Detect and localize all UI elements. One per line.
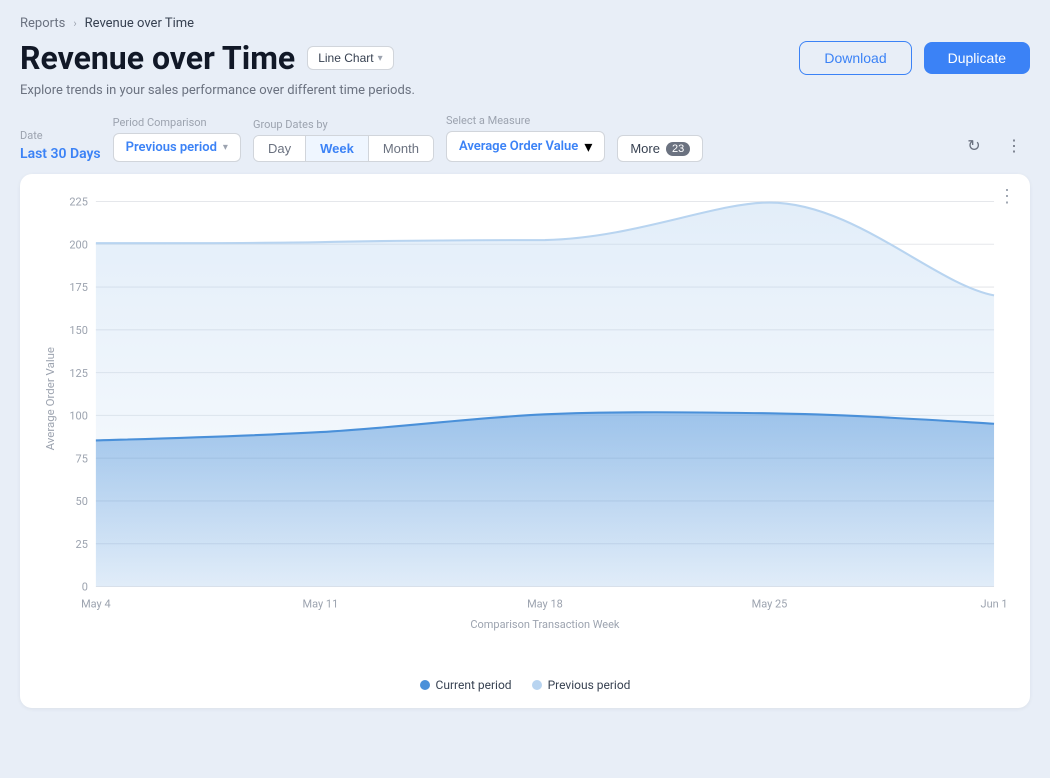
breadcrumb-reports-link[interactable]: Reports bbox=[20, 16, 65, 31]
action-buttons: Download Duplicate bbox=[799, 41, 1030, 75]
period-comparison-label: Period Comparison bbox=[113, 116, 241, 129]
period-comparison-value: Previous period bbox=[126, 140, 217, 155]
more-filter-group: More 23 bbox=[617, 118, 703, 162]
chart-card-menu-button[interactable]: ⋮ bbox=[998, 186, 1016, 207]
period-comparison-group: Period Comparison Previous period ▾ bbox=[113, 116, 241, 162]
breadcrumb-current: Revenue over Time bbox=[85, 16, 194, 31]
group-week-button[interactable]: Week bbox=[306, 136, 369, 161]
measure-dropdown[interactable]: Average Order Value ▾ bbox=[446, 131, 605, 162]
chart-wrapper: 0 25 50 75 100 125 150 175 200 225 Avera… bbox=[36, 190, 1014, 670]
legend-previous-dot bbox=[532, 680, 542, 690]
period-comparison-dropdown[interactable]: Previous period ▾ bbox=[113, 133, 241, 162]
svg-text:150: 150 bbox=[69, 324, 87, 337]
chevron-down-icon: ▾ bbox=[584, 137, 592, 156]
title-group: Revenue over Time Line Chart ▾ bbox=[20, 39, 394, 77]
chevron-down-icon: ▾ bbox=[223, 142, 228, 153]
svg-text:75: 75 bbox=[76, 452, 88, 465]
ellipsis-vertical-icon: ⋮ bbox=[998, 186, 1016, 207]
measure-section: Select a Measure Average Order Value ▾ bbox=[446, 114, 605, 162]
filters-row: Date Last 30 Days Period Comparison Prev… bbox=[20, 114, 1030, 162]
legend-previous-label: Previous period bbox=[548, 678, 631, 692]
svg-text:200: 200 bbox=[69, 238, 87, 251]
page-title: Revenue over Time bbox=[20, 39, 295, 77]
more-filter-label bbox=[617, 118, 703, 131]
legend-current-period: Current period bbox=[420, 678, 512, 692]
legend-current-dot bbox=[420, 680, 430, 690]
page-subtitle: Explore trends in your sales performance… bbox=[20, 83, 1030, 98]
more-options-button[interactable]: ⋮ bbox=[998, 130, 1030, 162]
icon-buttons: ↻ ⋮ bbox=[958, 130, 1030, 162]
svg-text:Comparison Transaction Week: Comparison Transaction Week bbox=[470, 618, 619, 631]
group-dates-section: Group Dates by Day Week Month bbox=[253, 118, 434, 162]
more-button[interactable]: More 23 bbox=[617, 135, 703, 162]
svg-text:50: 50 bbox=[76, 495, 88, 508]
legend-previous-period: Previous period bbox=[532, 678, 631, 692]
more-count-badge: 23 bbox=[666, 142, 690, 156]
measure-value: Average Order Value bbox=[459, 139, 578, 154]
svg-text:May 18: May 18 bbox=[527, 597, 563, 610]
refresh-icon: ↻ bbox=[967, 136, 980, 156]
refresh-button[interactable]: ↻ bbox=[958, 130, 990, 162]
date-filter-group: Date Last 30 Days bbox=[20, 129, 101, 162]
date-filter-value[interactable]: Last 30 Days bbox=[20, 146, 101, 162]
svg-text:Average Order Value: Average Order Value bbox=[44, 347, 57, 450]
more-label: More bbox=[630, 141, 660, 156]
breadcrumb-separator: › bbox=[73, 17, 76, 30]
header-row: Revenue over Time Line Chart ▾ Download … bbox=[20, 39, 1030, 77]
ellipsis-vertical-icon: ⋮ bbox=[1006, 136, 1022, 156]
group-day-button[interactable]: Day bbox=[254, 136, 306, 161]
measure-label: Select a Measure bbox=[446, 114, 605, 127]
download-button[interactable]: Download bbox=[799, 41, 911, 75]
svg-text:Jun 1: Jun 1 bbox=[981, 597, 1008, 610]
svg-text:125: 125 bbox=[69, 367, 87, 380]
svg-text:225: 225 bbox=[69, 195, 87, 208]
group-dates-buttons: Day Week Month bbox=[253, 135, 434, 162]
legend-current-label: Current period bbox=[436, 678, 512, 692]
chart-card: ⋮ bbox=[20, 174, 1030, 708]
date-filter-label: Date bbox=[20, 129, 101, 142]
chevron-down-icon: ▾ bbox=[378, 53, 383, 64]
group-month-button[interactable]: Month bbox=[369, 136, 433, 161]
group-dates-label: Group Dates by bbox=[253, 118, 434, 131]
chart-type-button[interactable]: Line Chart ▾ bbox=[307, 46, 393, 70]
breadcrumb: Reports › Revenue over Time bbox=[20, 16, 1030, 31]
svg-text:25: 25 bbox=[76, 538, 88, 551]
svg-text:May 4: May 4 bbox=[81, 597, 111, 610]
svg-text:May 25: May 25 bbox=[752, 597, 788, 610]
svg-text:May 11: May 11 bbox=[303, 597, 339, 610]
svg-text:175: 175 bbox=[69, 281, 87, 294]
svg-text:100: 100 bbox=[69, 409, 87, 422]
duplicate-button[interactable]: Duplicate bbox=[924, 42, 1030, 74]
chart-type-label: Line Chart bbox=[318, 51, 373, 65]
chart-svg: 0 25 50 75 100 125 150 175 200 225 Avera… bbox=[36, 190, 1014, 670]
chart-legend: Current period Previous period bbox=[36, 678, 1014, 692]
svg-text:0: 0 bbox=[82, 580, 88, 593]
